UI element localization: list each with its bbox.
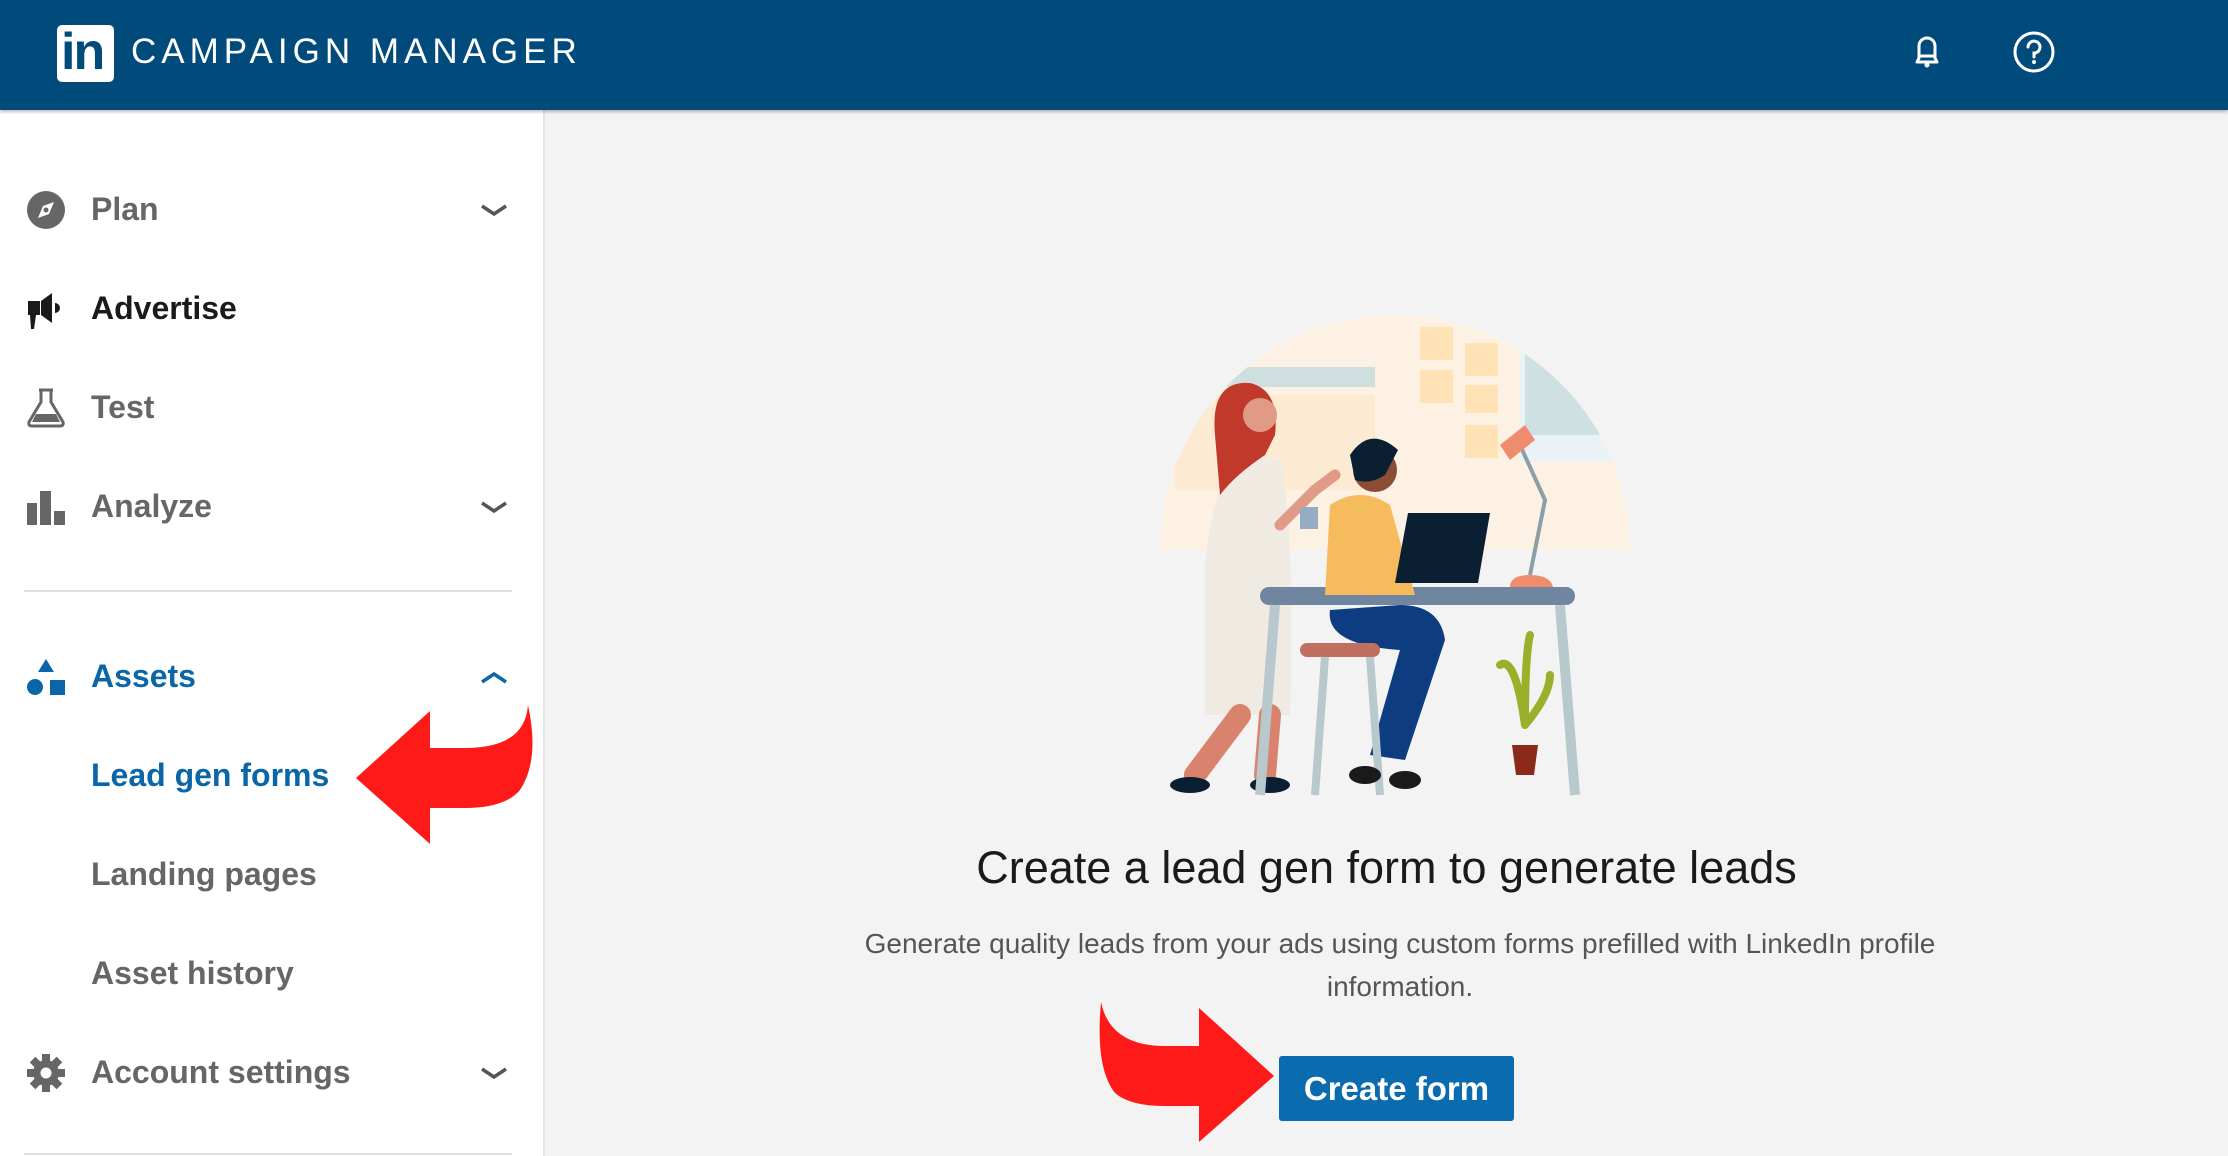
megaphone-icon	[26, 289, 66, 329]
linkedin-logo[interactable]: in	[57, 23, 114, 82]
office-collaboration-illustration	[1130, 275, 1660, 805]
sidebar-item-label: Asset history	[91, 955, 294, 991]
sidebar-item-label: Advertise	[91, 290, 237, 326]
sidebar-item-account-settings[interactable]: Account settings	[0, 1038, 543, 1108]
chevron-down-icon[interactable]	[478, 492, 510, 524]
annotation-arrow-left	[356, 705, 533, 844]
sidebar-item-label: Landing pages	[91, 856, 317, 892]
sidebar: Plan Advertise Test Analyze Assets Lead …	[0, 110, 545, 1156]
sidebar-item-label: Analyze	[91, 488, 212, 524]
annotation-arrow-right	[1099, 1002, 1274, 1142]
sidebar-item-label: Lead gen forms	[91, 757, 330, 793]
sidebar-item-plan[interactable]: Plan	[0, 175, 543, 245]
chevron-down-icon[interactable]	[478, 1058, 510, 1090]
sidebar-item-label: Plan	[91, 191, 159, 227]
sidebar-subitem-asset-history[interactable]: Asset history	[0, 939, 543, 1009]
sidebar-divider	[24, 1153, 512, 1155]
sidebar-item-label: Account settings	[91, 1054, 351, 1090]
empty-state-description: Generate quality leads from your ads usi…	[864, 928, 1936, 1002]
sidebar-item-test[interactable]: Test	[0, 373, 543, 443]
sidebar-item-label: Test	[91, 389, 155, 425]
create-form-button[interactable]: Create form	[1279, 1056, 1514, 1121]
top-header: in CAMPAIGN MANAGER	[0, 0, 2228, 110]
chevron-up-icon[interactable]	[478, 662, 510, 694]
compass-icon	[26, 190, 66, 230]
app-title: CAMPAIGN MANAGER	[131, 32, 582, 71]
sidebar-item-advertise[interactable]: Advertise	[0, 274, 543, 344]
empty-state-heading: Create a lead gen form to generate leads	[976, 842, 1797, 893]
shapes-icon	[26, 657, 66, 697]
sidebar-subitem-landing-pages[interactable]: Landing pages	[0, 840, 543, 910]
bell-icon[interactable]	[1905, 30, 1949, 74]
flask-icon	[26, 388, 66, 428]
sidebar-divider	[24, 590, 512, 592]
bar-chart-icon	[26, 487, 66, 527]
sidebar-item-analyze[interactable]: Analyze	[0, 472, 543, 542]
help-icon[interactable]	[2012, 30, 2056, 74]
sidebar-item-label: Assets	[91, 658, 196, 694]
chevron-down-icon[interactable]	[478, 195, 510, 227]
gear-icon	[26, 1053, 66, 1093]
